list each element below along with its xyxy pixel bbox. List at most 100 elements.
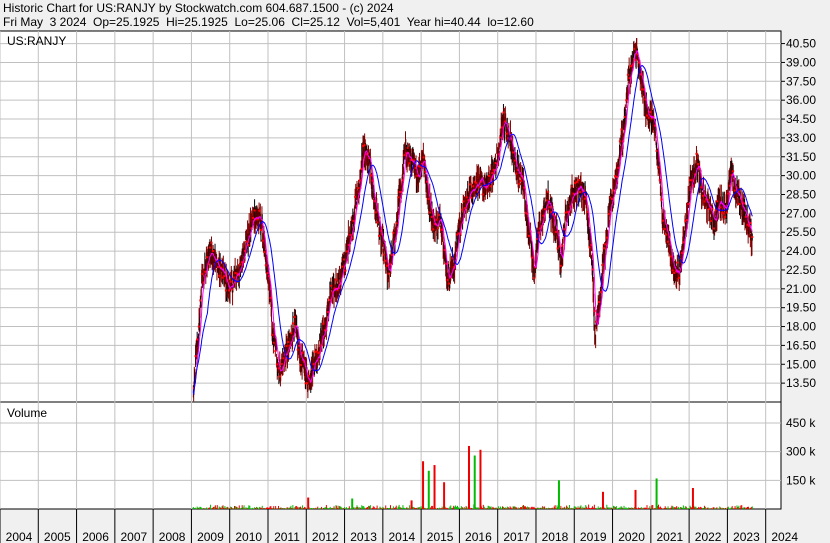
close-dot bbox=[639, 73, 642, 76]
x-tick-label: 2016 bbox=[465, 530, 492, 543]
close-dot bbox=[666, 240, 669, 243]
close-dot bbox=[543, 208, 546, 211]
volume-tick-label: 300 k bbox=[786, 445, 816, 459]
close-dot bbox=[722, 212, 725, 215]
close-dot bbox=[349, 233, 352, 236]
close-dot bbox=[620, 128, 623, 131]
close-dot bbox=[732, 170, 735, 173]
close-dot bbox=[749, 222, 752, 225]
close-dot bbox=[291, 322, 294, 325]
close-dot bbox=[518, 183, 521, 186]
y-tick-label: 19.50 bbox=[786, 301, 816, 315]
close-dot bbox=[743, 202, 746, 205]
y-tick-label: 28.50 bbox=[786, 187, 816, 201]
close-dot bbox=[537, 231, 540, 234]
close-dot bbox=[251, 216, 254, 219]
close-dot bbox=[376, 221, 379, 224]
close-dot bbox=[527, 234, 530, 237]
stock-chart: 2004 2005 2006 2007 2008 2009 2010 2011 2012 2013… bbox=[0, 30, 816, 543]
x-tick-label: 2008 bbox=[159, 530, 186, 543]
close-dot bbox=[344, 269, 347, 272]
close-dot bbox=[687, 203, 690, 206]
close-dot bbox=[697, 163, 700, 166]
close-dot bbox=[274, 350, 277, 353]
close-dot bbox=[312, 363, 315, 366]
close-dot bbox=[599, 291, 602, 294]
close-dot bbox=[738, 203, 741, 206]
close-dot bbox=[488, 174, 491, 177]
x-tick-label: 2019 bbox=[580, 530, 607, 543]
close-dot bbox=[682, 241, 685, 244]
close-dot bbox=[708, 208, 711, 211]
close-dot bbox=[266, 272, 269, 275]
close-dot bbox=[408, 162, 411, 165]
close-dot bbox=[677, 276, 680, 279]
close-dot bbox=[714, 209, 717, 212]
close-dot bbox=[542, 214, 545, 217]
x-tick-label: 2013 bbox=[350, 530, 377, 543]
close-dot bbox=[342, 258, 345, 261]
close-dot bbox=[499, 136, 502, 139]
close-dot bbox=[437, 227, 440, 230]
close-dot bbox=[272, 341, 275, 344]
close-dot bbox=[363, 144, 366, 147]
close-dot bbox=[341, 265, 344, 268]
close-dot bbox=[647, 116, 650, 119]
close-dot bbox=[577, 178, 580, 181]
close-dot bbox=[465, 196, 468, 199]
close-dot bbox=[617, 166, 620, 169]
close-dot bbox=[208, 246, 211, 249]
close-dot bbox=[489, 185, 492, 188]
close-dot bbox=[602, 247, 605, 250]
close-dot bbox=[690, 179, 693, 182]
y-tick-label: 16.50 bbox=[786, 338, 816, 352]
y-tick-label: 18.00 bbox=[786, 320, 816, 334]
close-dot bbox=[326, 311, 329, 314]
y-tick-label: 21.00 bbox=[786, 282, 816, 296]
x-tick-label: 2011 bbox=[274, 530, 300, 543]
close-dot bbox=[470, 196, 473, 199]
close-dot bbox=[406, 146, 409, 149]
close-dot bbox=[197, 325, 200, 328]
close-dot bbox=[232, 276, 235, 279]
x-tick-label: 2018 bbox=[542, 530, 569, 543]
close-dot bbox=[733, 189, 736, 192]
x-tick-label: 2020 bbox=[618, 530, 645, 543]
close-dot bbox=[596, 313, 599, 316]
y-tick-label: 24.00 bbox=[786, 244, 816, 258]
close-dot bbox=[443, 248, 446, 251]
close-dot bbox=[646, 114, 649, 117]
close-dot bbox=[547, 191, 550, 194]
y-tick-label: 25.50 bbox=[786, 225, 816, 239]
close-dot bbox=[389, 263, 392, 266]
close-dot bbox=[481, 193, 484, 196]
close-dot bbox=[259, 228, 262, 231]
close-dot bbox=[446, 278, 449, 281]
x-tick-label: 2010 bbox=[235, 530, 262, 543]
close-dot bbox=[352, 219, 355, 222]
close-dot bbox=[229, 280, 232, 283]
volume-tick-label: 150 k bbox=[786, 473, 816, 487]
y-tick-label: 15.00 bbox=[786, 357, 816, 371]
close-dot bbox=[751, 235, 754, 238]
close-dot bbox=[275, 363, 278, 366]
close-dot bbox=[505, 132, 508, 135]
close-dot bbox=[657, 166, 660, 169]
close-dot bbox=[378, 234, 381, 237]
close-dot bbox=[598, 301, 601, 304]
close-dot bbox=[258, 209, 261, 212]
y-tick-label: 27.00 bbox=[786, 206, 816, 220]
close-dot bbox=[491, 171, 494, 174]
close-dot bbox=[583, 197, 586, 200]
close-dot bbox=[354, 195, 357, 198]
close-dot bbox=[390, 253, 393, 256]
close-dot bbox=[661, 219, 664, 222]
close-dot bbox=[658, 179, 661, 182]
close-dot bbox=[296, 348, 299, 351]
close-dot bbox=[532, 277, 535, 280]
close-dot bbox=[358, 179, 361, 182]
close-dot bbox=[703, 200, 706, 203]
close-dot bbox=[218, 274, 221, 277]
close-dot bbox=[669, 255, 672, 258]
x-tick-label: 2015 bbox=[427, 530, 454, 543]
